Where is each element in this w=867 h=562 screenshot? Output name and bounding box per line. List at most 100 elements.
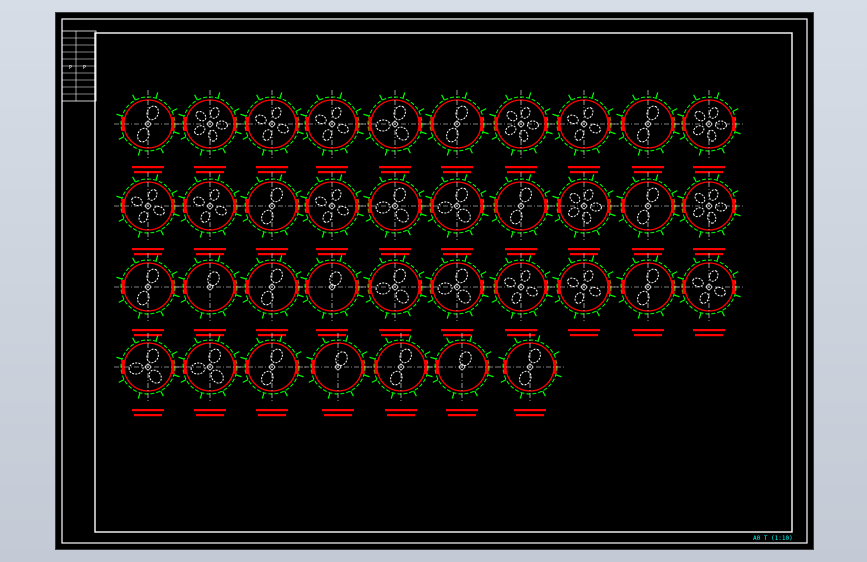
- hole-outline: [520, 270, 531, 282]
- hole-outline: [583, 270, 594, 282]
- dimension-leader: [732, 271, 739, 275]
- caption-mark: [693, 248, 725, 251]
- caption-mark: [514, 409, 546, 412]
- dimension-leader: [528, 92, 532, 99]
- dimension-leader: [235, 294, 242, 298]
- flange-view: [675, 172, 743, 256]
- caption-mark: [446, 409, 478, 412]
- dimension-leader: [171, 271, 178, 275]
- dimension-leader: [390, 392, 394, 399]
- dimension-leader: [171, 351, 178, 355]
- hole-outline: [455, 268, 468, 284]
- cad-viewport[interactable]: P P A0 T (1:10): [55, 12, 814, 550]
- dimension-leader: [734, 131, 741, 135]
- dimension-leader: [573, 231, 577, 238]
- hole-outline: [446, 127, 459, 143]
- hole-outline: [589, 202, 602, 212]
- hole-outline: [714, 202, 727, 212]
- dimension-leader: [199, 231, 203, 238]
- dimension-leader: [482, 294, 489, 298]
- dimension-leader: [480, 271, 487, 275]
- hole-outline: [194, 125, 206, 136]
- dimension-leader: [510, 231, 514, 238]
- caption-mark: [632, 166, 664, 169]
- dimension-leader: [306, 356, 313, 360]
- dimension-leader: [385, 337, 389, 344]
- dimension-leader: [446, 312, 450, 319]
- dimension-leader: [199, 149, 203, 156]
- hole-outline: [693, 125, 705, 136]
- hole-outline: [646, 105, 659, 121]
- caption-mark: [505, 329, 537, 332]
- dimension-leader: [573, 149, 577, 156]
- caption-mark: [316, 329, 348, 332]
- dimension-leader: [235, 131, 242, 135]
- dimension-leader: [279, 92, 283, 99]
- caption-mark: [316, 248, 348, 251]
- dimension-leader: [568, 176, 572, 183]
- hole-outline: [331, 189, 342, 201]
- dimension-leader: [418, 190, 425, 194]
- hole-outline: [526, 120, 539, 130]
- dimension-leader: [693, 176, 697, 183]
- dimension-leader: [178, 195, 185, 199]
- dimension-leader: [514, 337, 518, 344]
- flange-view: [176, 253, 244, 337]
- dimension-leader: [533, 310, 537, 317]
- dimension-leader: [256, 337, 260, 344]
- caption-mark: [632, 329, 664, 332]
- dimension-leader: [480, 190, 487, 194]
- flange-view: [496, 333, 564, 417]
- dimension-leader: [137, 392, 141, 399]
- hole-outline: [574, 129, 585, 141]
- hole-outline: [567, 277, 579, 288]
- dimension-leader: [180, 379, 187, 383]
- hole-outline: [505, 125, 517, 136]
- flange-view: [428, 333, 496, 417]
- hole-outline: [390, 370, 403, 386]
- dimension-leader: [240, 195, 247, 199]
- dimension-leader: [591, 174, 595, 181]
- dimension-leader: [240, 113, 247, 117]
- dimension-leader: [173, 131, 180, 135]
- hole-outline: [200, 211, 211, 223]
- hole-outline: [457, 289, 471, 304]
- dimension-leader: [116, 195, 123, 199]
- flange-view: [176, 90, 244, 174]
- hole-outline: [375, 282, 391, 295]
- dimension-leader: [240, 356, 247, 360]
- hole-outline: [261, 370, 274, 386]
- dimension-leader: [344, 229, 348, 236]
- dimension-leader: [552, 195, 559, 199]
- hole-outline: [393, 187, 406, 203]
- dimension-leader: [363, 113, 370, 117]
- dimension-leader: [482, 213, 489, 217]
- dimension-leader: [155, 174, 159, 181]
- hole-outline: [137, 127, 150, 143]
- dimension-leader: [464, 92, 468, 99]
- title-block-text: A0 T (1:10): [753, 535, 793, 542]
- dimension-leader: [544, 108, 551, 112]
- dimension-leader: [491, 218, 498, 222]
- dimension-leader: [295, 190, 302, 194]
- hole-outline: [646, 268, 659, 284]
- dimension-leader: [418, 271, 425, 275]
- dimension-leader: [363, 374, 370, 378]
- dimension-leader: [441, 94, 445, 101]
- dimension-leader: [173, 213, 180, 217]
- dimension-leader: [402, 92, 406, 99]
- hole-outline: [209, 189, 220, 201]
- dimension-leader: [316, 257, 320, 264]
- dimension-leader: [302, 299, 309, 303]
- flange-view: [550, 90, 618, 174]
- dimension-leader: [297, 213, 304, 217]
- hole-outline: [708, 189, 719, 201]
- hole-outline: [583, 107, 594, 119]
- dimension-leader: [655, 174, 659, 181]
- dimension-leader: [425, 195, 432, 199]
- header-mark: P: [83, 65, 86, 71]
- dimension-leader: [519, 392, 523, 399]
- dimension-leader: [609, 131, 616, 135]
- dimension-leader: [171, 190, 178, 194]
- flange-view: [114, 172, 182, 256]
